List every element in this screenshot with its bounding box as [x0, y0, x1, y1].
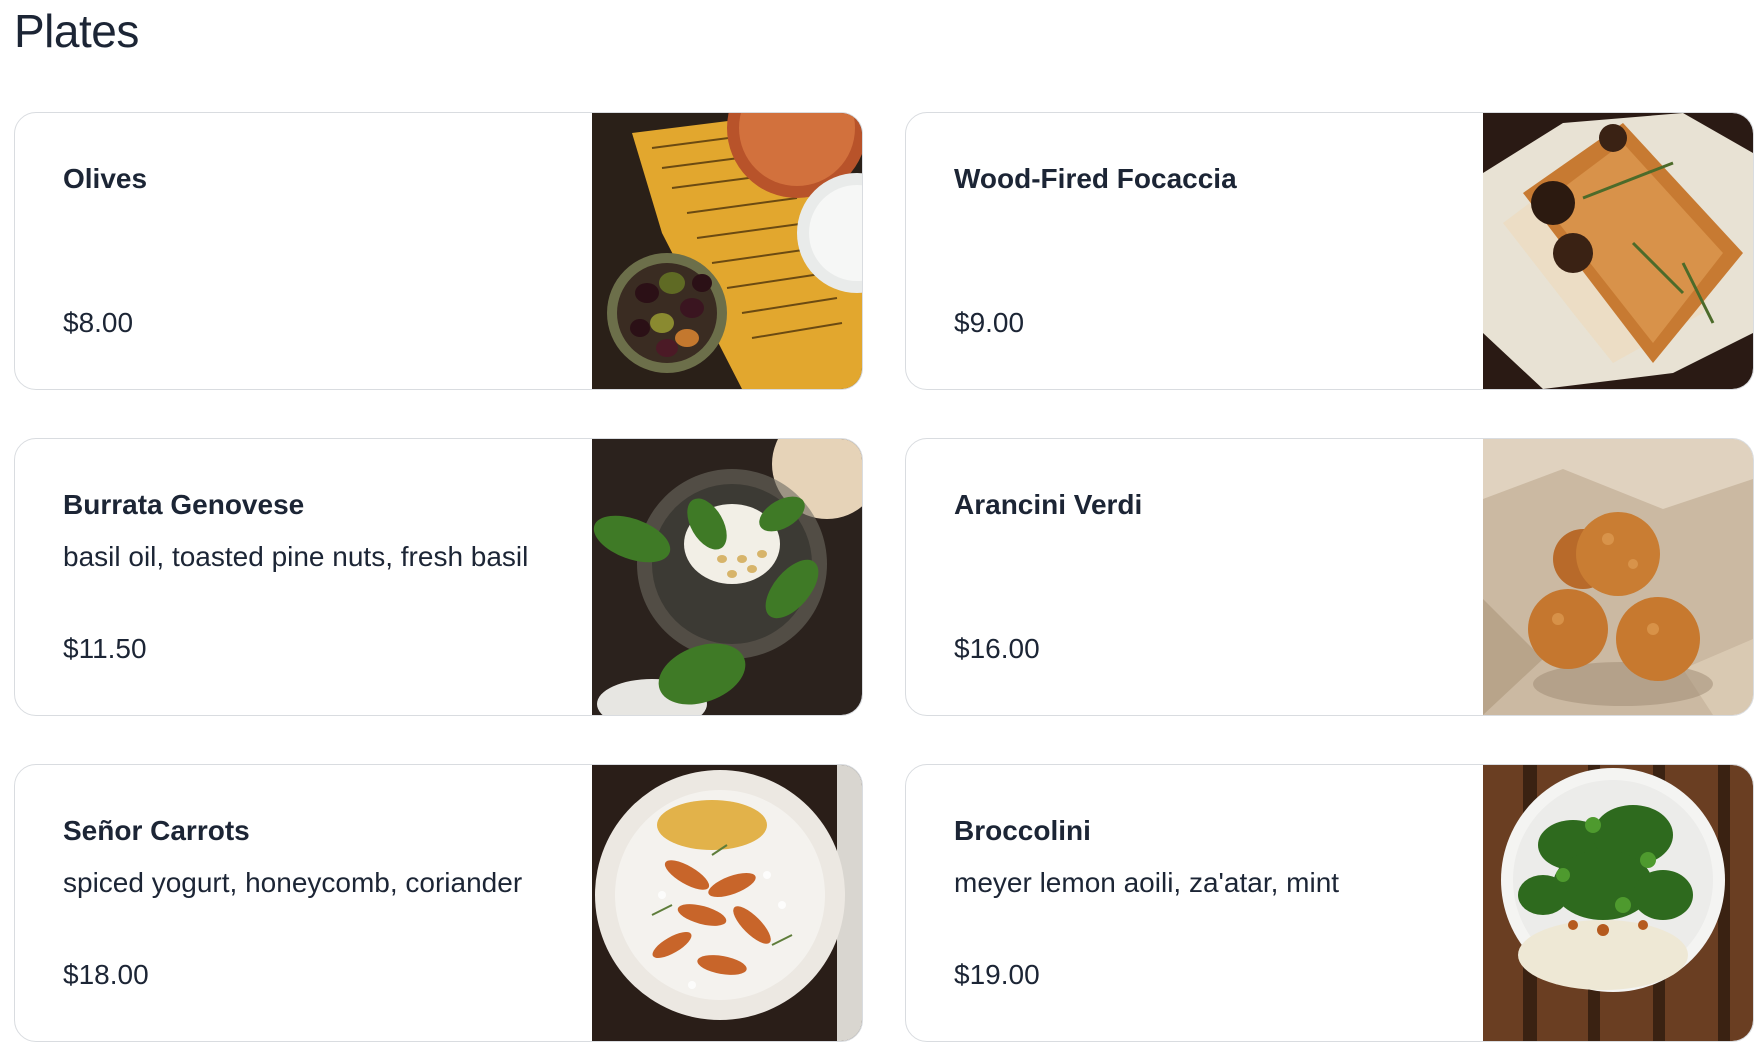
olives-photo [592, 113, 862, 389]
menu-item-price: $9.00 [954, 307, 1025, 338]
menu-item-text: Arancini Verdi $16.00 [954, 439, 1463, 715]
menu-item-card[interactable]: Broccolini meyer lemon aoili, za'atar, m… [905, 764, 1754, 1042]
arancini-photo [1483, 439, 1753, 715]
section-title: Plates [14, 5, 139, 57]
menu-item-price: $19.00 [954, 959, 1040, 990]
menu-item-text: Olives $8.00 [63, 113, 572, 389]
menu-item-text: Señor Carrots spiced yogurt, honeycomb, … [63, 765, 572, 1041]
menu-item-description: meyer lemon aoili, za'atar, mint [954, 867, 1340, 898]
menu-item-name: Señor Carrots [63, 815, 250, 846]
broccolini-photo [1483, 765, 1753, 1041]
menu-item-description: spiced yogurt, honeycomb, coriander [63, 867, 523, 898]
menu-item-price: $11.50 [63, 633, 147, 664]
menu-item-card[interactable]: Señor Carrots spiced yogurt, honeycomb, … [14, 764, 863, 1042]
menu-item-name: Arancini Verdi [954, 489, 1143, 520]
burrata-photo [592, 439, 862, 715]
carrots-photo [592, 765, 862, 1041]
menu-item-name: Broccolini [954, 815, 1091, 846]
menu-item-card[interactable]: Wood-Fired Focaccia $9.00 [905, 112, 1754, 390]
focaccia-photo [1483, 113, 1753, 389]
menu-item-text: Burrata Genovese basil oil, toasted pine… [63, 439, 572, 715]
menu-item-name: Wood-Fired Focaccia [954, 163, 1237, 194]
menu-item-name: Burrata Genovese [63, 489, 305, 520]
menu-item-card[interactable]: Arancini Verdi $16.00 [905, 438, 1754, 716]
menu-item-price: $16.00 [954, 633, 1040, 664]
menu-grid: Olives $8.00 Wood-Fired Focaccia $9.00 B… [14, 112, 1754, 1042]
menu-item-price: $8.00 [63, 307, 134, 338]
menu-item-card[interactable]: Burrata Genovese basil oil, toasted pine… [14, 438, 863, 716]
menu-item-description: basil oil, toasted pine nuts, fresh basi… [63, 541, 529, 572]
menu-item-card[interactable]: Olives $8.00 [14, 112, 863, 390]
menu-item-text: Wood-Fired Focaccia $9.00 [954, 113, 1463, 389]
menu-item-text: Broccolini meyer lemon aoili, za'atar, m… [954, 765, 1463, 1041]
menu-item-price: $18.00 [63, 959, 149, 990]
menu-item-name: Olives [63, 163, 148, 194]
